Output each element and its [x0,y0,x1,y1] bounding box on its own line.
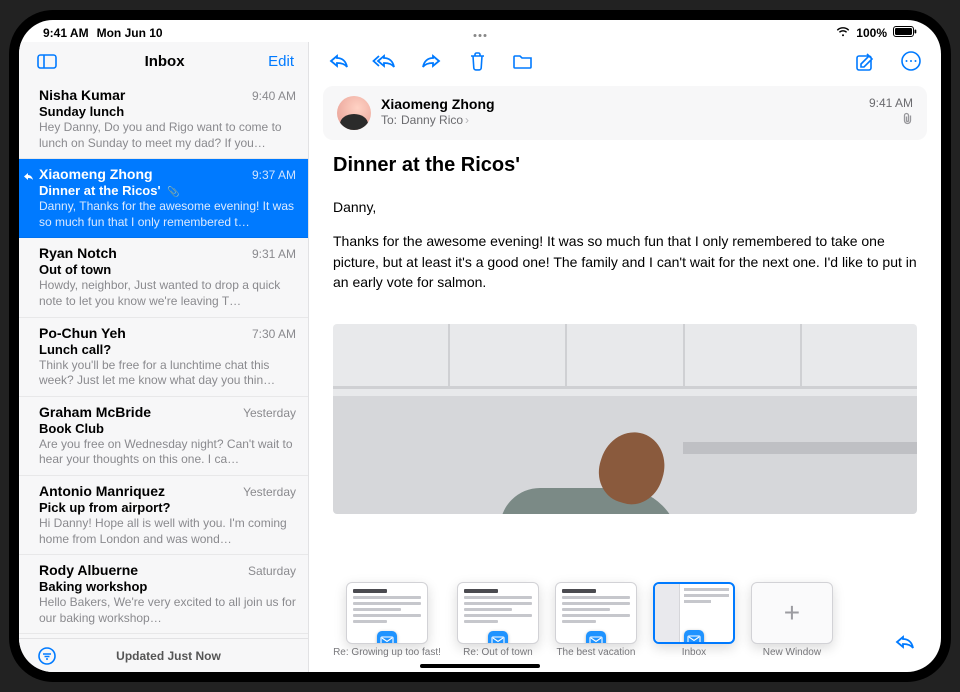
chevron-right-icon: › [465,113,469,127]
message-subject: Dinner at the Ricos' 📎 [39,183,296,198]
mail-app-icon [586,631,606,644]
compose-button[interactable] [851,47,879,75]
forward-button[interactable] [417,47,445,75]
message-time: 9:31 AM [252,247,296,261]
window-thumbnail[interactable]: Re: Out of town [457,582,539,658]
status-time: 9:41 AM [43,26,89,40]
window-thumbnail[interactable]: The best vacation [555,582,637,658]
multitasking-dots-icon[interactable] [474,34,487,37]
message-time: Yesterday [243,485,296,499]
move-button[interactable] [509,47,537,75]
from-name[interactable]: Xiaomeng Zhong [381,96,495,112]
more-button[interactable] [897,47,925,75]
message-sender: Xiaomeng Zhong [39,166,153,182]
message-sender: Antonio Manriquez [39,483,165,499]
wifi-icon [836,26,850,40]
message-subject: Out of town [39,262,296,277]
mail-toolbar [309,42,941,80]
message-time: 9:37 AM [252,168,296,182]
message-time: 9:40 AM [252,89,296,103]
message-preview: Think you'll be free for a lunchtime cha… [39,358,296,389]
message-list-item[interactable]: Graham McBride Yesterday Book Club Are y… [19,397,308,476]
message-list[interactable]: Nisha Kumar 9:40 AM Sunday lunch Hey Dan… [19,80,308,638]
message-body: Dinner at the Ricos' Danny, Thanks for t… [309,140,941,320]
battery-icon [893,26,917,40]
message-subject: Book Club [39,421,296,436]
mailbox-title: Inbox [61,53,268,70]
battery-text: 100% [856,26,887,40]
app-expose-shelf: Re: Growing up too fast! Re: Out of town T… [19,558,941,658]
sender-avatar[interactable] [337,96,371,130]
reply-button[interactable] [325,47,353,75]
quick-reply-button[interactable] [891,628,919,656]
delete-button[interactable] [463,47,491,75]
message-subject: Pick up from airport? [39,500,296,515]
message-sender: Nisha Kumar [39,87,125,103]
window-thumbnail[interactable]: Inbox [653,582,735,658]
message-subject: Dinner at the Ricos' [333,154,917,177]
message-text: Thanks for the awesome evening! It was s… [333,231,917,292]
toggle-sidebar-button[interactable] [33,47,61,75]
window-label: Inbox [682,647,706,658]
message-sender: Graham McBride [39,404,151,420]
message-header: Xiaomeng Zhong To: Danny Rico › 9:41 AM [323,86,927,140]
message-list-item[interactable]: Antonio Manriquez Yesterday Pick up from… [19,476,308,555]
window-label: Re: Out of town [463,647,532,658]
mail-app-icon [488,631,508,644]
mail-app-icon [377,631,397,644]
message-sender: Ryan Notch [39,245,117,261]
status-date: Mon Jun 10 [97,26,163,40]
mail-app-icon [684,630,704,644]
message-sender: Po-Chun Yeh [39,325,126,341]
message-preview: Danny, Thanks for the awesome evening! I… [39,199,296,230]
attached-photo[interactable] [333,324,917,514]
message-preview: Hi Danny! Hope all is well with you. I'm… [39,516,296,547]
plus-icon: + [784,597,800,629]
reply-all-button[interactable] [371,47,399,75]
message-time: 9:41 AM [869,96,913,110]
edit-button[interactable]: Edit [268,53,294,70]
attachment-icon [869,112,913,128]
message-list-item[interactable]: Ryan Notch 9:31 AM Out of town Howdy, ne… [19,238,308,317]
message-subject: Sunday lunch [39,104,296,119]
message-list-item[interactable]: Po-Chun Yeh 7:30 AM Lunch call? Think yo… [19,318,308,397]
message-subject: Lunch call? [39,342,296,357]
home-indicator[interactable] [420,664,540,668]
message-greeting: Danny, [333,197,917,217]
window-label: The best vacation [556,647,635,658]
message-list-item[interactable]: Xiaomeng Zhong 9:37 AM Dinner at the Ric… [19,159,308,238]
window-label: Re: Growing up too fast! [333,647,441,658]
window-thumbnail[interactable]: Re: Growing up too fast! [333,582,441,658]
new-window-button[interactable]: + New Window [751,582,833,658]
attachment-icon: 📎 [165,187,180,198]
new-window-label: New Window [763,647,821,658]
message-time: Yesterday [243,406,296,420]
replied-icon [23,169,34,187]
message-time: 7:30 AM [252,327,296,341]
status-bar: 9:41 AM Mon Jun 10 100% [19,20,941,42]
message-preview: Are you free on Wednesday night? Can't w… [39,437,296,468]
to-field[interactable]: To: Danny Rico › [381,113,495,127]
message-preview: Howdy, neighbor, Just wanted to drop a q… [39,278,296,309]
message-list-item[interactable]: Nisha Kumar 9:40 AM Sunday lunch Hey Dan… [19,80,308,159]
message-preview: Hey Danny, Do you and Rigo want to come … [39,120,296,151]
